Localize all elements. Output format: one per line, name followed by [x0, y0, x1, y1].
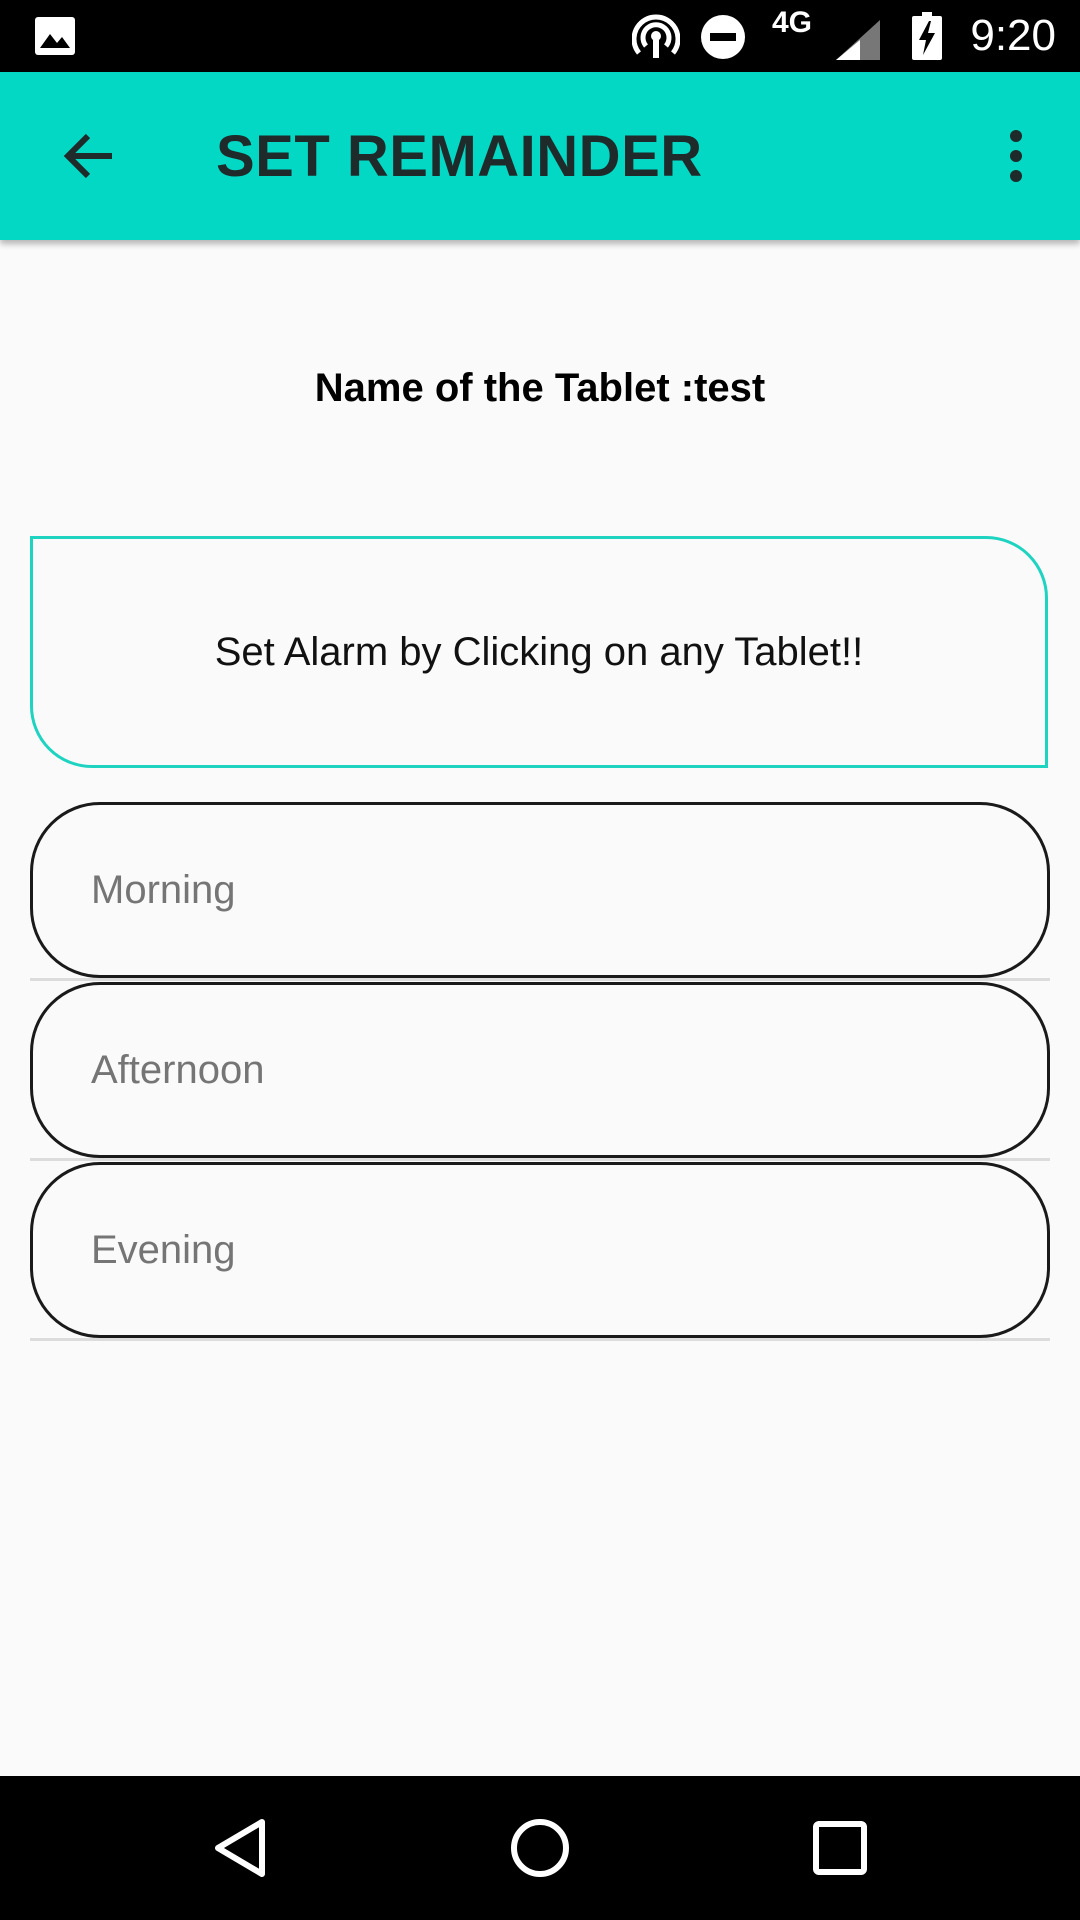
divider — [30, 1338, 1050, 1341]
nav-recents-icon — [813, 1821, 867, 1875]
nav-home-icon — [511, 1819, 569, 1877]
slot-label: Afternoon — [91, 1048, 265, 1092]
nav-back-button[interactable] — [190, 1798, 290, 1898]
slot-label: Evening — [91, 1228, 236, 1272]
image-icon — [35, 17, 75, 55]
divider — [30, 1158, 1050, 1161]
more-vert-icon — [1010, 130, 1022, 182]
tablet-name-label: Name of the Tablet :test — [314, 366, 766, 410]
status-bar: 4G 9:20 — [0, 0, 1080, 72]
nav-home-button[interactable] — [490, 1798, 590, 1898]
back-button[interactable] — [44, 112, 132, 200]
evening-slot-button[interactable]: Evening — [30, 1162, 1050, 1338]
divider — [30, 978, 1050, 981]
slot-label: Morning — [91, 868, 236, 912]
navigation-bar — [0, 1776, 1080, 1920]
hint-text: Set Alarm by Clicking on any Tablet!! — [214, 630, 864, 674]
afternoon-slot-button[interactable]: Afternoon — [30, 982, 1050, 1158]
network-type-label: 4G — [772, 6, 813, 39]
hint-box: Set Alarm by Clicking on any Tablet!! — [30, 536, 1048, 768]
app-bar: SET REMAINDER — [0, 72, 1080, 240]
nav-recents-button[interactable] — [790, 1798, 890, 1898]
arrow-back-icon — [63, 133, 112, 179]
page-title: SET REMAINDER — [216, 124, 703, 189]
morning-slot-button[interactable]: Morning — [30, 802, 1050, 978]
status-time: 9:20 — [970, 11, 1056, 60]
do-not-disturb-icon — [701, 15, 745, 59]
nav-back-icon — [215, 1819, 265, 1877]
overflow-menu-button[interactable] — [972, 112, 1060, 200]
battery-charging-icon — [912, 12, 942, 60]
hotspot-icon — [632, 14, 680, 58]
signal-icon — [836, 20, 880, 60]
